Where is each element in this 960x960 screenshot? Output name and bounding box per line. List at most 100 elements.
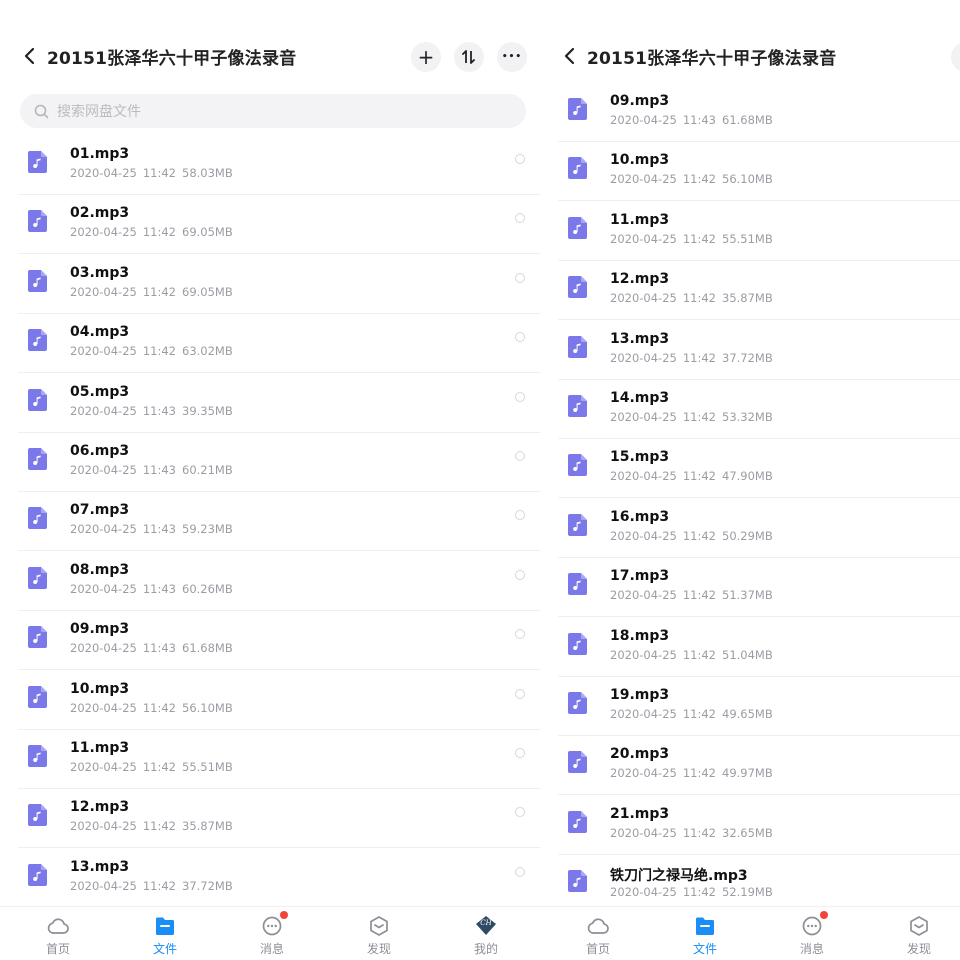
row-divider [18, 609, 540, 611]
file-meta: 2020-04-25 11:42 49.65MB [610, 707, 773, 721]
file-time: 11:42 [682, 528, 716, 543]
file-row[interactable]: 13.mp3 2020-04-25 11:42 37.72MB [540, 326, 960, 385]
audio-file-icon [568, 216, 587, 239]
file-date: 2020-04-25 [70, 463, 137, 477]
tab-4[interactable]: CH 我的 [456, 907, 516, 960]
back-arrow-icon[interactable] [562, 46, 576, 66]
file-date: 2020-04-25 [70, 760, 137, 774]
select-radio[interactable] [515, 629, 525, 640]
file-row[interactable]: 05.mp3 2020-04-25 11:43 39.35MB [0, 379, 540, 438]
tab-0[interactable]: 首页 [28, 907, 88, 960]
file-row[interactable]: 18.mp3 2020-04-25 11:42 51.04MB [540, 623, 960, 682]
file-row[interactable]: 07.mp3 2020-04-25 11:43 59.23MB [0, 497, 540, 556]
select-radio[interactable] [515, 272, 525, 283]
file-row[interactable]: 09.mp3 2020-04-25 11:43 61.68MB [0, 616, 540, 675]
file-row[interactable]: 12.mp3 2020-04-25 11:42 35.87MB [0, 794, 540, 853]
file-row[interactable]: 08.mp3 2020-04-25 11:43 60.26MB [0, 557, 540, 616]
file-name: 02.mp3 [70, 205, 130, 222]
folder-icon [693, 915, 717, 937]
select-radio[interactable] [515, 154, 525, 164]
cube-icon [907, 915, 931, 937]
file-name: 13.mp3 [70, 858, 130, 875]
file-row[interactable]: 17.mp3 2020-04-25 11:42 51.37MB [540, 563, 960, 622]
file-row[interactable]: 14.mp3 2020-04-25 11:42 53.32MB [540, 385, 960, 444]
file-meta: 2020-04-25 11:42 35.87MB [70, 819, 233, 833]
audio-file-icon [568, 632, 587, 655]
add-button[interactable] [951, 42, 960, 72]
file-meta: 2020-04-25 11:42 69.05MB [70, 285, 233, 299]
select-radio[interactable] [515, 807, 525, 818]
file-row[interactable]: 02.mp3 2020-04-25 11:42 69.05MB [0, 200, 540, 259]
file-size: 61.68MB [182, 641, 233, 656]
file-time: 11:42 [142, 284, 176, 299]
file-row[interactable]: 13.mp3 2020-04-25 11:42 37.72MB [0, 854, 540, 913]
file-meta: 2020-04-25 11:42 58.03MB [70, 166, 233, 180]
file-row[interactable]: 06.mp3 2020-04-25 11:43 60.21MB [0, 438, 540, 497]
file-size: 56.10MB [722, 172, 773, 187]
file-date: 2020-04-25 [70, 344, 137, 359]
file-meta: 2020-04-25 11:43 61.68MB [70, 641, 233, 655]
audio-file-icon [568, 157, 587, 180]
file-meta: 2020-04-25 11:43 39.35MB [70, 404, 233, 418]
file-size: 56.10MB [182, 700, 233, 715]
top-bar: 20151张泽华六十甲子像法录音 + ••• [0, 0, 540, 84]
file-meta: 2020-04-25 11:42 35.87MB [610, 291, 773, 305]
tab-label: 发现 [366, 942, 391, 956]
file-row[interactable]: 19.mp3 2020-04-25 11:42 49.65MB [540, 682, 960, 741]
file-row[interactable]: 15.mp3 2020-04-25 11:42 47.90MB [540, 444, 960, 503]
file-date: 2020-04-25 [70, 522, 137, 537]
select-radio[interactable] [515, 213, 525, 224]
file-name: 09.mp3 [70, 621, 130, 638]
file-row[interactable]: 01.mp3 2020-04-25 11:42 58.03MB [0, 141, 540, 200]
select-radio[interactable] [515, 688, 525, 699]
row-divider [18, 253, 540, 255]
file-row[interactable]: 10.mp3 2020-04-25 11:42 56.10MB [0, 676, 540, 735]
audio-file-icon [568, 810, 587, 833]
file-date: 2020-04-25 [610, 469, 677, 484]
back-arrow-icon[interactable] [22, 46, 36, 66]
file-name: 19.mp3 [610, 687, 670, 703]
select-radio[interactable] [515, 569, 525, 580]
add-button[interactable]: + [411, 42, 441, 72]
tab-label: 首页 [45, 942, 70, 956]
file-date: 2020-04-25 [70, 403, 137, 418]
file-row[interactable]: 20.mp3 2020-04-25 11:42 49.97MB [540, 741, 960, 800]
file-date: 2020-04-25 [70, 284, 137, 299]
select-radio[interactable] [515, 510, 525, 521]
file-row[interactable]: 12.mp3 2020-04-25 11:42 35.87MB [540, 266, 960, 325]
file-date: 2020-04-25 [610, 825, 677, 840]
select-radio[interactable] [515, 391, 525, 402]
sort-button[interactable] [454, 42, 484, 72]
audio-file-icon [28, 626, 47, 649]
file-row[interactable]: 03.mp3 2020-04-25 11:42 69.05MB [0, 260, 540, 319]
bottom-tab-bar: 首页 文件 消息 发现 [540, 906, 960, 960]
file-row[interactable]: 10.mp3 2020-04-25 11:42 56.10MB [540, 147, 960, 206]
file-meta: 2020-04-25 11:42 53.32MB [610, 410, 773, 424]
select-radio[interactable] [515, 332, 525, 343]
tab-1[interactable]: 文件 [675, 907, 735, 960]
tab-0[interactable]: 首页 [568, 907, 628, 960]
file-size: 58.03MB [182, 166, 233, 180]
search-bar[interactable]: 搜索网盘文件 [20, 94, 526, 128]
tab-3[interactable]: 发现 [889, 907, 949, 960]
file-row[interactable]: 11.mp3 2020-04-25 11:42 55.51MB [540, 207, 960, 266]
tab-2[interactable]: 消息 [242, 907, 302, 960]
file-row[interactable]: 21.mp3 2020-04-25 11:42 32.65MB [540, 801, 960, 860]
tab-1[interactable]: 文件 [135, 907, 195, 960]
select-radio[interactable] [515, 866, 525, 877]
file-row[interactable]: 04.mp3 2020-04-25 11:42 63.02MB [0, 319, 540, 378]
file-size: 59.23MB [182, 522, 233, 537]
file-time: 11:42 [682, 647, 716, 662]
file-row[interactable]: 16.mp3 2020-04-25 11:42 50.29MB [540, 504, 960, 563]
file-date: 2020-04-25 [610, 410, 677, 424]
select-radio[interactable] [515, 451, 525, 461]
tab-3[interactable]: 发现 [349, 907, 409, 960]
file-row[interactable]: 11.mp3 2020-04-25 11:42 55.51MB [0, 735, 540, 794]
audio-file-icon [568, 276, 587, 299]
row-divider [18, 194, 540, 195]
audio-file-icon [28, 448, 47, 470]
file-row[interactable]: 09.mp3 2020-04-25 11:43 61.68MB [540, 88, 960, 147]
select-radio[interactable] [515, 748, 525, 758]
more-button[interactable]: ••• [497, 42, 527, 72]
tab-2[interactable]: 消息 [782, 907, 842, 960]
